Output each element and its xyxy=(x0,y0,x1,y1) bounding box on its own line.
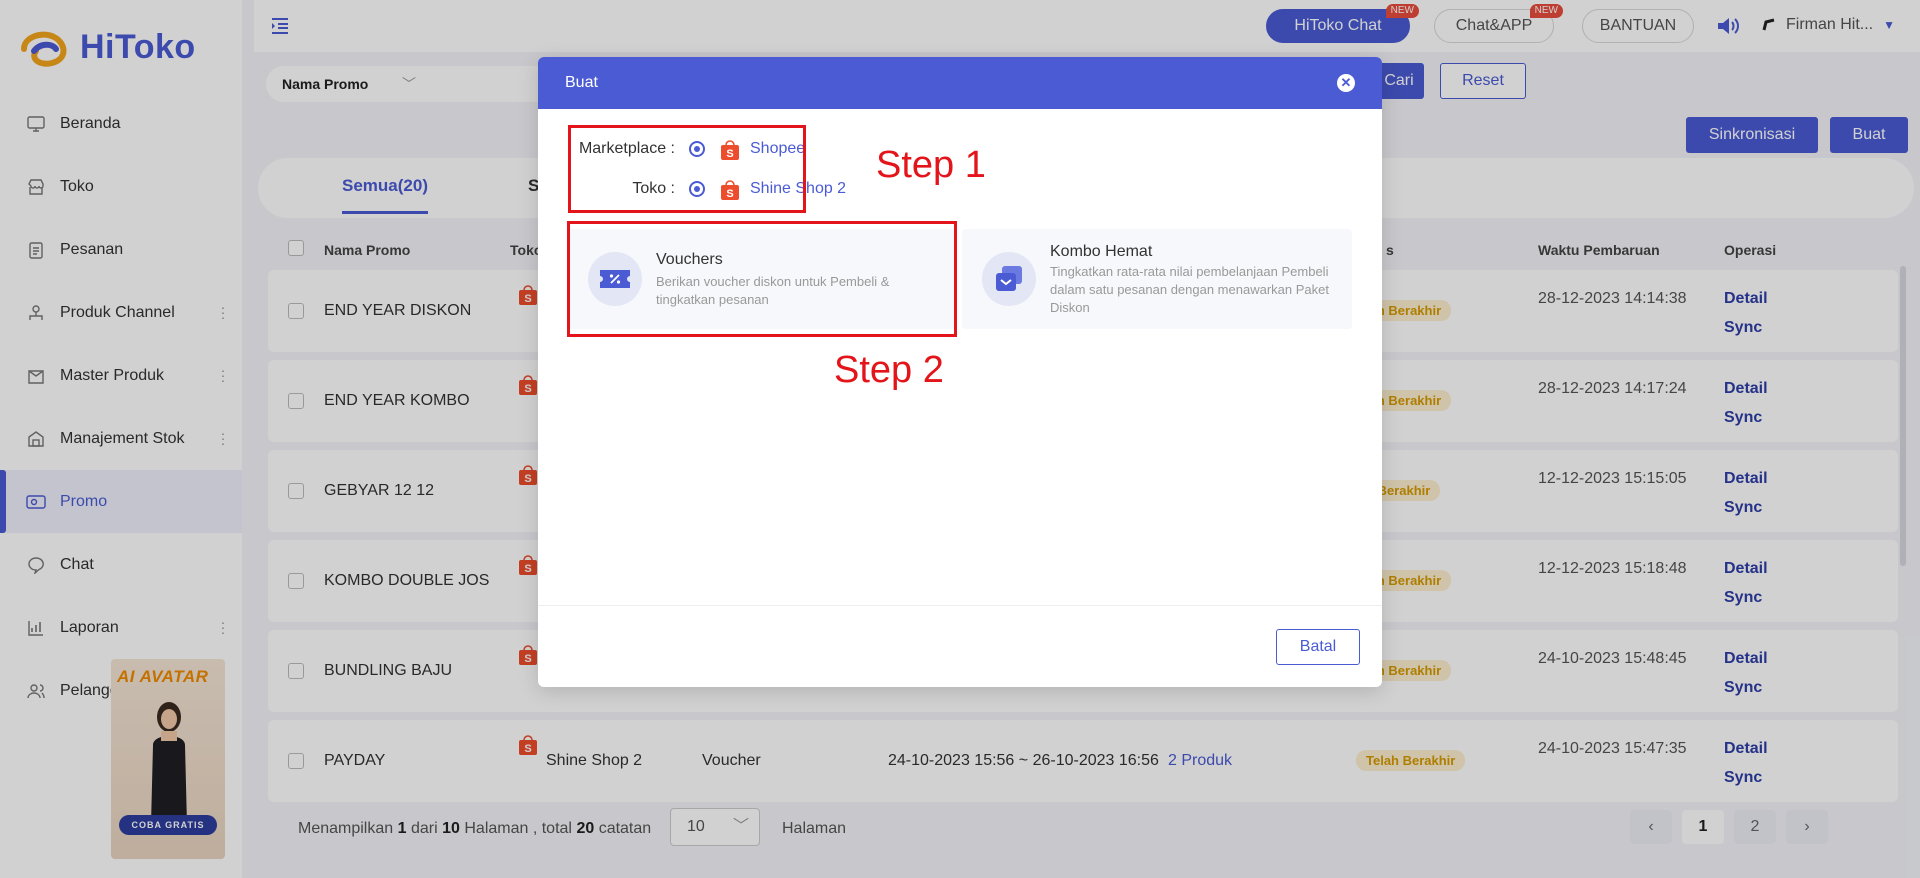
create-promo-modal: Buat ✕ Marketplace : S Shopee Toko : S S… xyxy=(538,57,1382,687)
step2-highlight-box xyxy=(567,221,957,337)
close-icon[interactable]: ✕ xyxy=(1337,74,1355,92)
modal-footer: Batal xyxy=(538,605,1382,687)
option-desc: Tingkatkan rata-rata nilai pembelanjaan … xyxy=(1050,264,1329,315)
kombo-hemat-option[interactable]: Kombo Hemat Tingkatkan rata-rata nilai p… xyxy=(962,229,1352,329)
modal-header: Buat ✕ xyxy=(538,57,1382,109)
bundle-icon xyxy=(982,252,1036,306)
option-title: Kombo Hemat xyxy=(1050,243,1153,260)
step2-annotation: Step 2 xyxy=(834,349,944,391)
step1-highlight-box xyxy=(568,125,806,213)
step1-annotation: Step 1 xyxy=(876,144,986,186)
modal-title: Buat xyxy=(565,74,598,91)
cancel-button[interactable]: Batal xyxy=(1276,629,1360,665)
